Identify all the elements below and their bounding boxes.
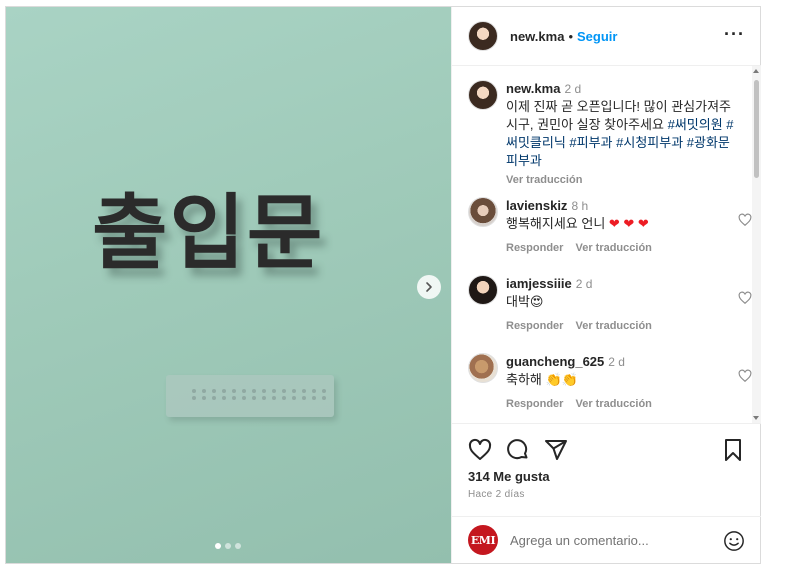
braille-plate xyxy=(166,375,334,417)
commenter-username[interactable]: guancheng_625 xyxy=(506,354,604,369)
commenter-avatar[interactable] xyxy=(468,353,498,383)
post-timestamp[interactable]: Hace 2 días xyxy=(468,489,525,500)
like-comment-button[interactable] xyxy=(738,369,752,383)
separator-dot: • xyxy=(568,28,573,44)
bookmark-icon xyxy=(725,439,741,461)
heart-icon xyxy=(468,438,492,460)
scroll-down-arrow-icon[interactable] xyxy=(753,416,759,420)
comment-input[interactable] xyxy=(510,532,710,548)
carousel-dot xyxy=(235,543,241,549)
like-button[interactable] xyxy=(468,438,492,462)
smiley-icon xyxy=(724,531,744,551)
comment-time: 8 h xyxy=(571,199,589,213)
comments-scrollbar[interactable] xyxy=(752,66,761,423)
like-comment-button[interactable] xyxy=(738,291,752,305)
author-username[interactable]: new.kma xyxy=(510,29,564,44)
like-comment-button[interactable] xyxy=(738,213,752,227)
door-sign-text: 출입문 xyxy=(92,186,325,281)
comment-row: guancheng_625 2 d 축하해 👏👏 Responder Ver tr… xyxy=(468,353,752,413)
comment-text: 대박 xyxy=(506,294,530,309)
more-options-icon[interactable]: ··· xyxy=(724,25,745,43)
comment-time: 2 d xyxy=(608,355,625,369)
emoji-picker-button[interactable] xyxy=(723,530,745,552)
caption-username[interactable]: new.kma xyxy=(506,81,560,96)
comment-button[interactable] xyxy=(506,438,530,462)
scrollbar-thumb[interactable] xyxy=(754,80,759,178)
comment-emoji: 👏👏 xyxy=(545,372,578,387)
comment-row: lavienskiz 8 h 행복해지세요 언니 ❤ ❤ ❤ Responder … xyxy=(468,197,752,257)
reply-link[interactable]: Responder xyxy=(506,396,563,413)
translate-link[interactable]: Ver traducción xyxy=(575,396,651,413)
reply-link[interactable]: Responder xyxy=(506,240,563,257)
post-sidebar: new.kma • Seguir ··· new.kma 2 d 이제 진짜 곧 … xyxy=(451,7,761,563)
comment-row: iamjessiiie 2 d 대박😍 Responder Ver traducc… xyxy=(468,275,752,335)
carousel-dot xyxy=(225,543,231,549)
follow-button[interactable]: Seguir xyxy=(577,29,617,44)
share-button[interactable] xyxy=(544,438,568,462)
comment-text: 행복해지세요 언니 xyxy=(506,216,606,231)
heart-outline-icon xyxy=(738,291,752,305)
caption-time: 2 d xyxy=(564,82,582,96)
add-comment-bar: EMI xyxy=(452,516,761,563)
commenter-avatar[interactable] xyxy=(468,197,498,227)
carousel-dot xyxy=(215,543,221,549)
reply-link[interactable]: Responder xyxy=(506,318,563,335)
comments-list[interactable]: new.kma 2 d 이제 진짜 곧 오픈입니다! 많이 관심가져주시구, 권민… xyxy=(452,66,761,423)
commenter-username[interactable]: iamjessiiie xyxy=(506,276,572,291)
likes-count[interactable]: 314 Me gusta xyxy=(468,469,550,484)
carousel-indicator xyxy=(215,543,241,549)
next-image-button[interactable] xyxy=(417,275,441,299)
caption-translate-link[interactable]: Ver traducción xyxy=(506,172,582,189)
paper-plane-icon xyxy=(545,440,567,460)
scroll-up-arrow-icon[interactable] xyxy=(753,69,759,73)
translate-link[interactable]: Ver traducción xyxy=(575,240,651,257)
heart-outline-icon xyxy=(738,369,752,383)
save-button[interactable] xyxy=(721,438,745,462)
current-user-avatar: EMI xyxy=(468,525,498,555)
caption-row: new.kma 2 d 이제 진짜 곧 오픈입니다! 많이 관심가져주시구, 권민… xyxy=(468,80,744,189)
post-actions: 314 Me gusta Hace 2 días xyxy=(452,423,761,516)
chevron-right-icon xyxy=(426,282,432,292)
comment-time: 2 d xyxy=(575,277,593,291)
commenter-avatar[interactable] xyxy=(468,275,498,305)
comment-emoji: 😍 xyxy=(529,294,544,309)
comment-text: 축하해 xyxy=(506,372,542,387)
post-image[interactable]: 출입문 xyxy=(6,7,451,563)
comment-bubble-icon xyxy=(507,439,528,460)
post-modal: 출입문 new.kma • Seguir ··· new.kma 2 d 이제 … xyxy=(5,6,761,564)
heart-outline-icon xyxy=(738,213,752,227)
post-header: new.kma • Seguir ··· xyxy=(452,7,761,66)
caption-avatar[interactable] xyxy=(468,80,498,110)
comment-emoji: ❤ ❤ ❤ xyxy=(608,216,649,231)
author-avatar[interactable] xyxy=(468,21,498,51)
translate-link[interactable]: Ver traducción xyxy=(575,318,651,335)
commenter-username[interactable]: lavienskiz xyxy=(506,198,567,213)
